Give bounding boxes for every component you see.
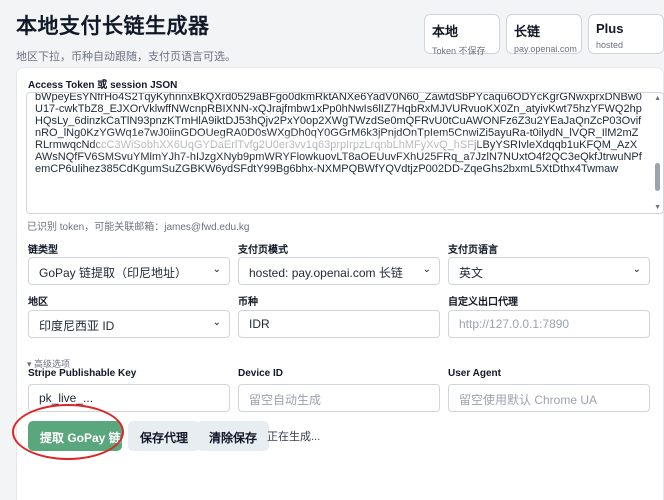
badge-longlink: 长链 pay.openai.com — [506, 14, 582, 54]
badge-local-title: 本地 — [432, 24, 459, 39]
scroll-down-arrow-icon[interactable]: ▼ — [654, 204, 661, 211]
user-agent-label: User Agent — [448, 368, 501, 379]
currency-input[interactable]: IDR — [238, 310, 440, 338]
stripe-key-label: Stripe Publishable Key — [28, 368, 137, 379]
status-text: 正在生成... — [267, 431, 321, 443]
token-textarea[interactable]: bWpeyEsYNfrHo4S2TqyKyhnnxBkQXrd0529aBFgo… — [26, 92, 664, 214]
currency-value: IDR — [249, 317, 270, 331]
pay-mode-label: 支付页模式 — [238, 245, 288, 256]
proxy-input[interactable]: http://127.0.0.1:7890 — [448, 310, 650, 338]
redaction-mask — [177, 187, 497, 201]
chain-type-value: GoPay 链提取（印尼地址） — [39, 266, 188, 280]
chevron-down-icon: ⌄ — [422, 264, 431, 275]
pay-mode-select[interactable]: hosted: pay.openai.com 长链 ⌄ — [238, 257, 440, 285]
chevron-down-icon: ⌄ — [212, 264, 221, 275]
region-label: 地区 — [28, 297, 48, 308]
badge-local: 本地 Token 不保存 — [424, 14, 500, 56]
badge-plus: Plus hosted — [588, 14, 664, 54]
scrollbar-thumb[interactable] — [655, 163, 660, 191]
device-id-label: Device ID — [238, 368, 284, 379]
page-title: 本地支付长链生成器 — [16, 15, 210, 38]
token-text: bWpeyEsYNfrHo4S2TqyKyhnnxBkQXrd0529aBFgo… — [35, 92, 642, 175]
scroll-up-arrow-icon[interactable]: ▲ — [654, 95, 661, 102]
pay-lang-label: 支付页语言 — [448, 245, 498, 256]
currency-label: 币种 — [238, 297, 258, 308]
region-value: 印度尼西亚 ID — [39, 319, 115, 333]
badge-local-sub: Token 不保存 — [432, 46, 486, 56]
proxy-placeholder: http://127.0.0.1:7890 — [459, 317, 570, 331]
badge-plus-title: Plus — [596, 21, 624, 36]
page-subtitle: 地区下拉，币种自动跟随，支付页语言可选。 — [16, 51, 236, 63]
clear-saved-button[interactable]: 清除保存 — [197, 421, 270, 451]
device-id-input[interactable]: 留空自动生成 — [238, 384, 440, 412]
chain-type-select[interactable]: GoPay 链提取（印尼地址） ⌄ — [28, 257, 230, 285]
page-header: 本地支付长链生成器 地区下拉，币种自动跟随，支付页语言可选。 — [16, 10, 236, 64]
user-agent-placeholder: 留空使用默认 Chrome UA — [459, 393, 598, 407]
redaction-mask — [97, 137, 477, 151]
pay-lang-value: 英文 — [459, 266, 484, 280]
region-select[interactable]: 印度尼西亚 ID ⌄ — [28, 310, 230, 338]
token-hint: 已识别 token，可能关联邮箱：james@fwd.edu.kg — [27, 222, 250, 233]
badge-longlink-title: 长链 — [514, 24, 541, 39]
badge-longlink-sub: pay.openai.com — [514, 44, 577, 54]
chain-type-label: 链类型 — [28, 245, 58, 256]
stripe-key-value: pk_live_... — [39, 391, 94, 405]
proxy-label: 自定义出口代理 — [448, 297, 518, 308]
pay-lang-select[interactable]: 英文 ⌄ — [448, 257, 650, 285]
badge-plus-sub: hosted — [596, 40, 624, 50]
chevron-down-icon: ⌄ — [212, 317, 221, 328]
pay-mode-value: hosted: pay.openai.com 长链 — [249, 266, 403, 280]
save-proxy-button[interactable]: 保存代理 — [128, 421, 201, 451]
device-id-placeholder: 留空自动生成 — [249, 393, 322, 407]
user-agent-input[interactable]: 留空使用默认 Chrome UA — [448, 384, 650, 412]
highlight-ring-annotation — [12, 404, 124, 460]
chevron-down-icon: ⌄ — [632, 264, 641, 275]
token-label: Access Token 或 session JSON — [28, 80, 178, 91]
